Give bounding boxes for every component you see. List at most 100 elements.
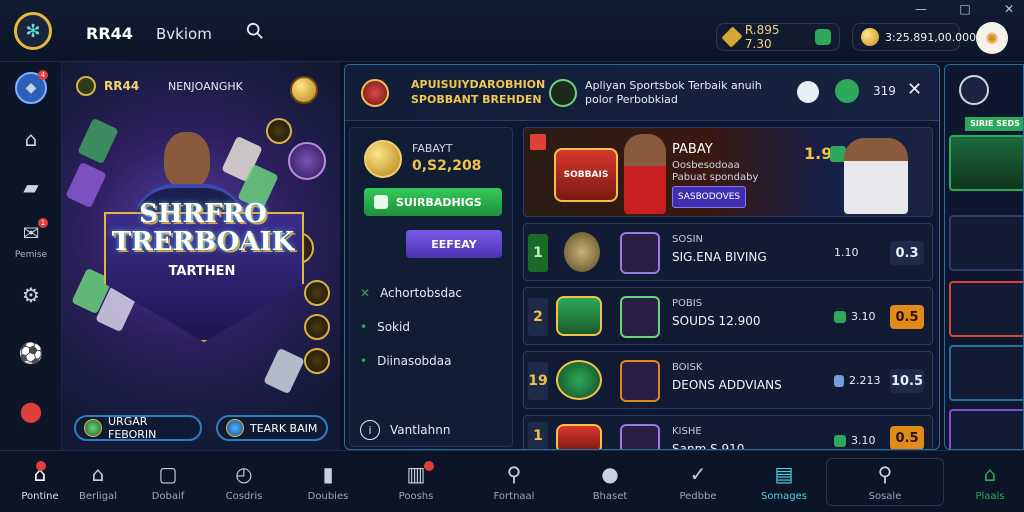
featured-button[interactable]: SASBODOVES xyxy=(672,186,746,208)
bottom-tab-5-label: Doubies xyxy=(307,490,349,502)
right-tile[interactable] xyxy=(949,135,1023,191)
match-subtitle: Sanm S.910 xyxy=(672,442,745,450)
wallet-icon xyxy=(815,29,831,45)
green-action-button[interactable]: SUIRBADHIGS xyxy=(364,188,502,216)
match-score: 3.10 xyxy=(834,434,876,447)
orb-icon xyxy=(288,142,326,180)
close-icon[interactable]: ✕ xyxy=(907,79,922,100)
bottom-tab-1-label: Pontine xyxy=(21,490,59,502)
lock-icon: ⌂ xyxy=(983,461,997,486)
nav-item-home[interactable]: ⌂ xyxy=(0,124,62,154)
hero-banner[interactable]: RR44 NENJOANGHK SHRFRO TRERBOAIK TARTHEN… xyxy=(62,62,340,450)
nav-item-inbox[interactable]: ✉ Pemise 1 xyxy=(0,218,62,260)
user-icon: ● xyxy=(601,461,619,486)
nav-item-location[interactable]: ⬤ xyxy=(0,396,62,426)
bottom-tab-8[interactable]: ● Bhaset xyxy=(570,451,650,512)
menu-link-1[interactable]: ✕ Achortobsdac xyxy=(360,286,462,300)
featured-player-image xyxy=(624,134,666,214)
gear-icon: ⚙ xyxy=(22,283,40,307)
match-score: 2.213 xyxy=(834,374,881,387)
menu-link-4[interactable]: i Vantlahnn xyxy=(360,420,450,440)
bottom-tab-11[interactable]: ⚲ Sosale xyxy=(826,458,944,506)
bottom-tab-3[interactable]: ▢ Dobaif xyxy=(128,451,208,512)
hero-button-right[interactable]: TEARK BAIM xyxy=(216,415,328,441)
match-title: POBIS xyxy=(672,298,703,309)
maximize-icon[interactable]: □ xyxy=(958,2,972,16)
bottom-tab-12[interactable]: ⌂ Plaals xyxy=(950,451,1024,512)
match-rank: 19 xyxy=(528,362,548,400)
inbox-badge: 1 xyxy=(38,218,48,228)
menu-link-4-label: Vantlahnn xyxy=(390,423,451,437)
location-icon: ⬤ xyxy=(19,399,43,423)
bottom-tab-6[interactable]: ▥ Pooshs xyxy=(376,451,456,512)
player-portrait xyxy=(620,296,660,338)
bottom-tab-5[interactable]: ▮ Doubies xyxy=(288,451,368,512)
coin-icon[interactable] xyxy=(290,76,318,104)
odds-button[interactable]: 0.5 xyxy=(890,426,924,449)
top-bar: ✻ RR44 Bvkiom — □ ✕ R.895 7.30 3:25.891,… xyxy=(0,0,1024,62)
brand-name[interactable]: RR44 xyxy=(86,24,133,43)
bottom-tab-12-label: Plaals xyxy=(975,490,1005,502)
purple-action-button[interactable]: EEFEAY xyxy=(406,230,502,258)
match-subtitle: SOUDS 12.900 xyxy=(672,314,761,328)
right-panel-emblem[interactable] xyxy=(959,75,989,105)
search-icon[interactable] xyxy=(246,22,264,40)
user-avatar[interactable]: ✺ xyxy=(976,22,1008,54)
shield-check-icon xyxy=(374,195,388,209)
coin-icon xyxy=(364,140,402,178)
hero-button-left[interactable]: URGAR FEBORIN xyxy=(74,415,202,441)
match-score: 1.10 xyxy=(834,246,859,259)
bottom-tab-10[interactable]: ▤ Somages xyxy=(744,451,824,512)
nav-item-settings[interactable]: ⚙ xyxy=(0,280,62,310)
search-icon: ⚲ xyxy=(506,461,522,486)
balance-pill-coins[interactable]: 3:25.891,00.000 xyxy=(852,23,976,51)
featured-match-card[interactable]: SOBBAIS PABAY Oosbesodoaa Pabuat spondab… xyxy=(523,127,933,217)
right-tile[interactable] xyxy=(949,215,1023,271)
promo-description: Apliyan Sportsbok Terbaik anuih polor Pe… xyxy=(585,79,762,107)
orb-icon xyxy=(304,314,330,340)
match-score-value: 3.10 xyxy=(851,434,876,447)
player-portrait xyxy=(620,424,660,449)
brand-subtitle[interactable]: Bvkiom xyxy=(156,25,212,43)
right-tile[interactable] xyxy=(949,345,1023,401)
odds-button[interactable]: 0.5 xyxy=(890,305,924,329)
bars-icon: ▥ xyxy=(406,461,426,486)
chat-icon[interactable] xyxy=(835,79,859,103)
match-row[interactable]: 1 KISHE Sanm S.910 3.10 0.5 xyxy=(523,415,933,450)
match-row[interactable]: 2 POBIS SOUDS 12.900 3.10 0.5 xyxy=(523,287,933,345)
purple-action-label: EEFEAY xyxy=(431,237,477,251)
bottom-tab-9[interactable]: ✓ Pedbbe xyxy=(658,451,738,512)
bottom-tab-2[interactable]: ⌂ Berligal xyxy=(58,451,138,512)
right-tile[interactable] xyxy=(949,281,1023,337)
nav-item-shield[interactable]: ◆ 4 xyxy=(0,70,62,104)
balance-pill-primary[interactable]: R.895 7.30 xyxy=(716,23,840,51)
hero-brand-label: RR44 xyxy=(104,79,140,93)
odds-button[interactable]: 0.3 xyxy=(890,241,924,265)
nav-item-ball[interactable]: ⚽ xyxy=(0,338,62,368)
check-icon: ✓ xyxy=(689,461,707,486)
app-logo[interactable]: ✻ xyxy=(14,12,52,50)
bottom-tab-4[interactable]: ◴ Cosdris xyxy=(204,451,284,512)
bottom-tab-9-label: Pedbbe xyxy=(679,490,717,502)
menu-link-3[interactable]: • Diinasobdaa xyxy=(360,354,451,368)
right-tile[interactable] xyxy=(949,409,1023,449)
featured-sub1: Oosbesodoaa xyxy=(672,160,740,171)
bottom-tab-7-label: Fortnaal xyxy=(493,490,535,502)
menu-link-2[interactable]: • Sokid xyxy=(360,320,410,334)
puzzle-icon[interactable] xyxy=(797,81,819,103)
green-action-label: SUIRBADHIGS xyxy=(396,195,482,209)
bottom-tab-7[interactable]: ⚲ Fortnaal xyxy=(474,451,554,512)
match-rank: 1 xyxy=(528,422,548,449)
player-portrait xyxy=(620,232,660,274)
globe-icon xyxy=(226,419,244,437)
balance-value-coins: 3:25.891,00.000 xyxy=(885,30,977,44)
match-row[interactable]: 19 BOISK DEONS ADDVIANS 2.213 10.5 xyxy=(523,351,933,409)
nav-item-tickets[interactable]: ▰ xyxy=(0,172,62,202)
minimize-icon[interactable]: — xyxy=(914,2,928,16)
bottom-tab-3-label: Dobaif xyxy=(151,490,185,502)
promo-banner[interactable]: APUISUIYDAROBHION SPOBBANT BREHDEN Apliy… xyxy=(345,65,939,121)
match-row[interactable]: 1 SOSIN SIG.ENA BIVING 1.10 0.3 xyxy=(523,223,933,281)
close-window-icon[interactable]: ✕ xyxy=(1002,2,1016,16)
odds-button[interactable]: 10.5 xyxy=(890,369,924,393)
store-icon: ⌂ xyxy=(91,461,105,486)
